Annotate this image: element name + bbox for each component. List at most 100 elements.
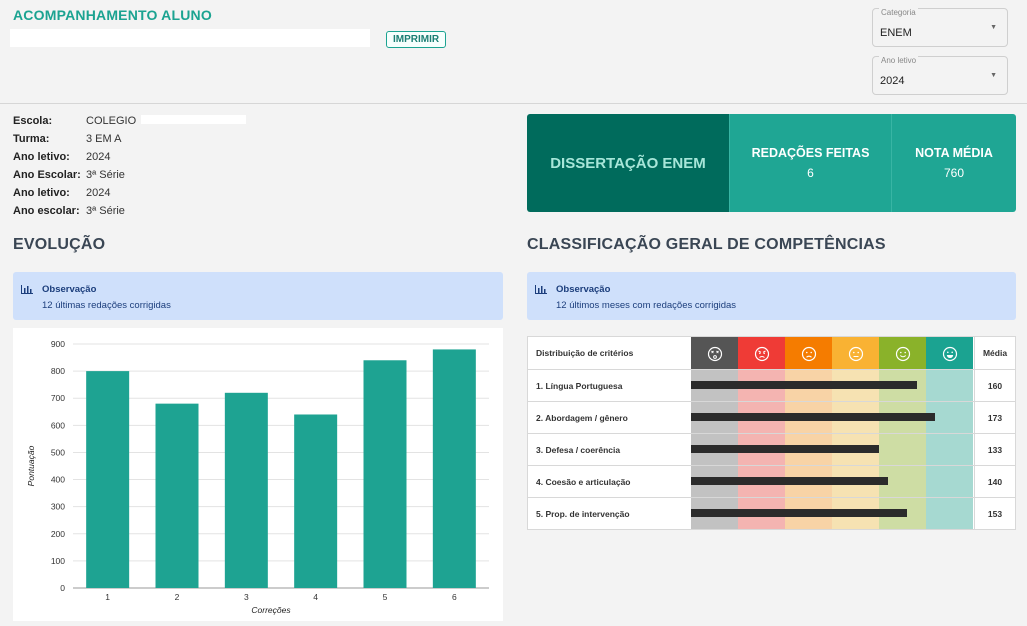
competency-row: 5. Prop. de intervenção 153 — [528, 498, 1015, 530]
evolucao-observation: Observação 12 últimas redações corrigida… — [13, 272, 503, 320]
competency-label: 5. Prop. de intervenção — [536, 509, 630, 519]
stats-category: DISSERTAÇÃO ENEM — [527, 114, 729, 212]
competency-label: 1. Língua Portuguesa — [536, 381, 623, 391]
evolucao-title: EVOLUÇÃO — [13, 236, 106, 253]
observation-text: 12 últimos meses com redações corrigidas — [556, 300, 737, 311]
y-tick-label: 500 — [51, 447, 65, 457]
info-row: Turma: 3 EM A — [13, 133, 246, 151]
table-header: Distribuição de critérios Média — [528, 337, 1015, 370]
info-value: 3 EM A — [86, 133, 122, 145]
bar-chart-icon — [535, 285, 547, 294]
bar — [86, 371, 130, 588]
info-value: 3ª Série — [86, 205, 125, 217]
bar — [224, 392, 268, 588]
competency-label: 4. Coesão e articulação — [536, 477, 631, 487]
bar-chart-icon — [21, 285, 33, 294]
info-row: Ano escolar: 3ª Série — [13, 205, 246, 223]
competencias-observation: Observação 12 últimos meses com redações… — [527, 272, 1016, 320]
y-tick-label: 200 — [51, 529, 65, 539]
nota-value: 760 — [943, 166, 965, 180]
chevron-down-icon: ▼ — [990, 24, 997, 31]
distribution-header: Distribuição de critérios — [536, 348, 634, 358]
competency-average: 133 — [987, 445, 1003, 455]
bar — [294, 414, 338, 588]
top-bar: ACOMPANHAMENTO ALUNO IMPRIMIR Categoria … — [0, 0, 1027, 104]
competency-bar — [691, 413, 935, 421]
info-value: 2024 — [86, 187, 111, 199]
info-row: Escola: COLEGIO — [13, 115, 247, 133]
info-value: 2024 — [86, 151, 111, 163]
competencias-title: CLASSIFICAÇÃO GERAL DE COMPETÊNCIAS — [527, 236, 886, 253]
redacoes-title: REDAÇÕES FEITAS — [751, 146, 870, 160]
competency-bar — [691, 477, 888, 485]
redacoes-value: 6 — [807, 166, 814, 180]
student-info: Escola: COLEGIO Turma: 3 EM A Ano letivo: 2… — [13, 115, 247, 223]
competencies-table: Distribuição de critérios Média 1. Língu… — [527, 336, 1016, 530]
page-title: ACOMPANHAMENTO ALUNO — [13, 7, 212, 23]
x-tick-label: 2 — [175, 592, 180, 602]
stats-redacoes: REDAÇÕES FEITAS 6 — [729, 114, 891, 212]
school-name-redacted — [141, 115, 247, 124]
info-value: COLEGIO — [86, 115, 137, 127]
bar — [432, 349, 476, 588]
info-key: Ano letivo: — [13, 187, 70, 199]
competency-row: 3. Defesa / coerência 133 — [528, 434, 1015, 466]
x-tick-label: 4 — [313, 592, 318, 602]
competency-label: 2. Abordagem / gênero — [536, 413, 628, 423]
competency-average: 153 — [987, 509, 1003, 519]
competency-bar — [691, 381, 917, 389]
competency-row: 1. Língua Portuguesa 160 — [528, 370, 1015, 402]
competency-average: 160 — [987, 381, 1003, 391]
competency-row: 4. Coesão e articulação 140 — [528, 466, 1015, 498]
bar — [363, 360, 407, 588]
competency-average: 173 — [987, 413, 1003, 423]
y-tick-label: 400 — [51, 475, 65, 485]
info-key: Escola: — [13, 115, 53, 127]
y-tick-label: 800 — [51, 366, 65, 376]
categoria-value: ENEM — [880, 27, 912, 39]
chevron-down-icon: ▼ — [990, 72, 997, 79]
x-tick-label: 6 — [452, 592, 457, 602]
nota-title: NOTA MÉDIA — [915, 146, 993, 160]
info-row: Ano Escolar: 3ª Série — [13, 169, 246, 187]
info-row: Ano letivo: 2024 — [13, 187, 246, 205]
info-key: Ano escolar: — [13, 205, 80, 217]
competency-bar — [691, 509, 907, 517]
x-tick-label: 5 — [383, 592, 388, 602]
evolution-chart-svg: 0 100 200 300 400 500 600 700 800 900 1 2 3 4 5 6 Correç… — [26, 339, 489, 615]
info-key: Turma: — [13, 133, 50, 145]
competency-bar — [691, 445, 879, 453]
y-tick-label: 700 — [51, 393, 65, 403]
x-tick-label: 1 — [105, 592, 110, 602]
ano-letivo-label: Ano letivo — [879, 56, 919, 65]
y-tick-label: 600 — [51, 420, 65, 430]
media-header: Média — [982, 348, 1008, 358]
info-value: 3ª Série — [86, 169, 125, 181]
info-key: Ano letivo: — [13, 151, 70, 163]
ano-letivo-value: 2024 — [880, 75, 905, 87]
observation-title: Observação — [42, 284, 97, 295]
competency-label: 3. Defesa / coerência — [536, 445, 621, 455]
stats-card: DISSERTAÇÃO ENEM REDAÇÕES FEITAS 6 NOTA … — [527, 114, 1016, 212]
competency-row: 2. Abordagem / gênero 173 — [528, 402, 1015, 434]
evolution-chart: 0 100 200 300 400 500 600 700 800 900 1 2 3 4 5 6 Correç… — [13, 328, 503, 621]
stats-nota: NOTA MÉDIA 760 — [891, 114, 1016, 212]
x-axis-label: Correções — [251, 605, 291, 615]
categoria-select[interactable]: Categoria ENEM ▼ — [872, 8, 1008, 47]
observation-text: 12 últimas redações corrigidas — [42, 300, 171, 311]
competency-average: 140 — [987, 477, 1003, 487]
info-key: Ano Escolar: — [13, 169, 81, 181]
x-tick-label: 3 — [244, 592, 249, 602]
divider — [974, 337, 975, 529]
y-tick-label: 100 — [51, 556, 65, 566]
info-row: Ano letivo: 2024 — [13, 151, 246, 169]
print-button[interactable]: IMPRIMIR — [386, 31, 447, 48]
ano-letivo-select[interactable]: Ano letivo 2024 ▼ — [872, 56, 1008, 95]
categoria-label: Categoria — [879, 8, 918, 17]
y-axis-label: Pontuação — [26, 445, 36, 486]
bar — [155, 403, 199, 588]
student-name-field — [10, 29, 370, 47]
y-tick-label: 900 — [51, 339, 65, 349]
y-tick-label: 0 — [60, 583, 65, 593]
observation-title: Observação — [556, 284, 611, 295]
